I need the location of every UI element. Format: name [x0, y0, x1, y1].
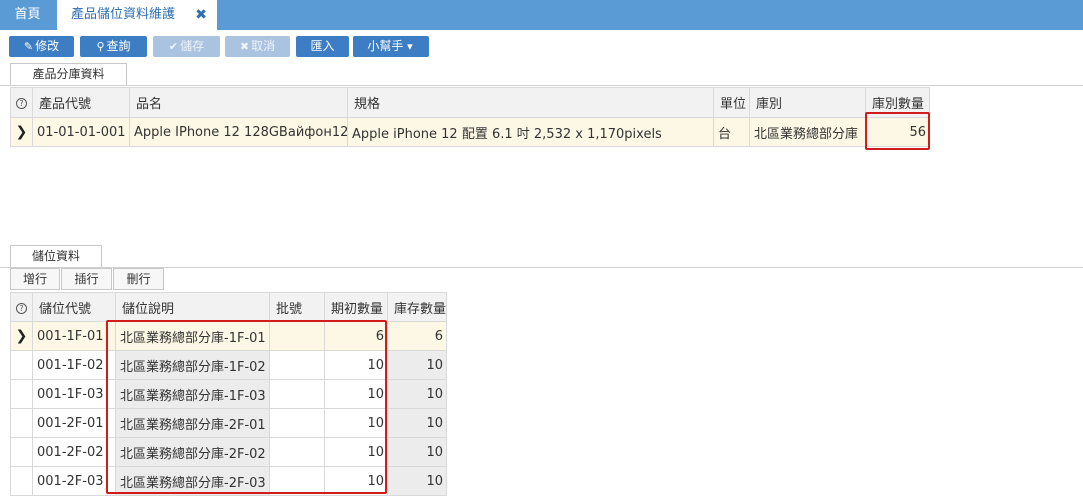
- row-indicator: [10, 437, 33, 467]
- edit-button-label: 修改: [35, 39, 60, 53]
- helper-button-label: 小幫手: [367, 39, 404, 53]
- row-indicator: ❯: [10, 117, 33, 147]
- column-header[interactable]: 儲位代號: [32, 292, 116, 322]
- column-header[interactable]: 庫別數量: [865, 87, 930, 118]
- column-header[interactable]: 批號: [269, 292, 325, 322]
- column-header[interactable]: 期初數量: [324, 292, 388, 322]
- table-row[interactable]: 001-1F-03 北區業務總部分庫-1F-03 10 10: [10, 379, 447, 409]
- chevron-right-icon: ❯: [15, 328, 28, 344]
- initial-qty-cell[interactable]: 10: [324, 466, 388, 496]
- pencil-icon: ✎: [23, 40, 34, 53]
- import-button[interactable]: 匯入: [296, 36, 349, 57]
- batch-cell[interactable]: [269, 466, 325, 496]
- row-indicator: ❯: [10, 321, 33, 351]
- initial-qty-cell[interactable]: 10: [324, 350, 388, 380]
- location-section-tab[interactable]: 儲位資料: [10, 245, 102, 267]
- x-icon: ✖: [239, 40, 250, 53]
- table-row[interactable]: ❯ 01-01-01-001 Apple IPhone 12 128GBайфо…: [10, 117, 930, 147]
- stock-qty-cell: 10: [387, 379, 447, 409]
- stock-qty-cell: 10: [387, 408, 447, 438]
- caret-down-icon: ▾: [407, 40, 413, 53]
- stock-qty-cell: 6: [387, 321, 447, 351]
- save-button[interactable]: ✔ 儲存: [153, 36, 220, 57]
- save-button-label: 儲存: [180, 39, 205, 53]
- row-indicator: [10, 379, 33, 409]
- location-code-cell[interactable]: 001-1F-03: [32, 379, 116, 409]
- helper-dropdown-button[interactable]: 小幫手 ▾: [353, 36, 429, 57]
- tab-home[interactable]: 首頁: [0, 0, 55, 30]
- initial-qty-cell[interactable]: 10: [324, 379, 388, 409]
- product-code-cell[interactable]: 01-01-01-001: [32, 117, 130, 147]
- location-code-cell[interactable]: 001-2F-01: [32, 408, 116, 438]
- product-spec-cell[interactable]: Apple iPhone 12 配置 6.1 吋 2,532 x 1,170pi…: [347, 117, 714, 147]
- location-code-cell[interactable]: 001-1F-02: [32, 350, 116, 380]
- help-column-header[interactable]: ?: [10, 87, 33, 118]
- search-icon: ⚲: [96, 40, 105, 53]
- initial-qty-cell[interactable]: 10: [324, 437, 388, 467]
- location-grid: ? 儲位代號 儲位說明 批號 期初數量 庫存數量 ❯ 001-1F-01 北區業…: [10, 292, 447, 496]
- stock-qty-cell: 10: [387, 437, 447, 467]
- tab-product-location-label: 產品儲位資料維護: [71, 7, 176, 22]
- table-row[interactable]: 001-1F-02 北區業務總部分庫-1F-02 10 10: [10, 350, 447, 380]
- question-icon: ?: [16, 302, 27, 314]
- edit-button[interactable]: ✎ 修改: [9, 36, 74, 57]
- location-desc-cell[interactable]: 北區業務總部分庫-2F-03: [115, 466, 270, 496]
- location-desc-cell[interactable]: 北區業務總部分庫-2F-02: [115, 437, 270, 467]
- product-name-cell[interactable]: Apple IPhone 12 128GBайфон12: [129, 117, 348, 147]
- initial-qty-cell[interactable]: 6: [324, 321, 388, 351]
- warehouse-qty-cell[interactable]: 56: [865, 117, 930, 147]
- batch-cell[interactable]: [269, 408, 325, 438]
- close-icon[interactable]: ✖: [195, 0, 207, 30]
- stock-qty-cell: 10: [387, 350, 447, 380]
- batch-cell[interactable]: [269, 379, 325, 409]
- batch-cell[interactable]: [269, 321, 325, 351]
- stock-qty-cell: 10: [387, 466, 447, 496]
- column-header[interactable]: 規格: [347, 87, 714, 118]
- product-grid: ? 產品代號 品名 規格 單位 庫別 庫別數量 ❯ 01-01-01-001 A…: [10, 87, 930, 147]
- divider: [0, 85, 1083, 86]
- table-row[interactable]: 001-2F-01 北區業務總部分庫-2F-01 10 10: [10, 408, 447, 438]
- initial-qty-cell[interactable]: 10: [324, 408, 388, 438]
- location-desc-cell[interactable]: 北區業務總部分庫-1F-03: [115, 379, 270, 409]
- add-row-button[interactable]: 增行: [10, 268, 60, 290]
- batch-cell[interactable]: [269, 437, 325, 467]
- top-tab-bar: 首頁 產品儲位資料維護 ✖: [0, 0, 1083, 30]
- location-code-cell[interactable]: 001-2F-03: [32, 466, 116, 496]
- query-button[interactable]: ⚲ 查詢: [80, 36, 147, 57]
- location-desc-cell[interactable]: 北區業務總部分庫-1F-02: [115, 350, 270, 380]
- column-header[interactable]: 產品代號: [32, 87, 130, 118]
- table-row[interactable]: 001-2F-02 北區業務總部分庫-2F-02 10 10: [10, 437, 447, 467]
- column-header[interactable]: 庫別: [749, 87, 866, 118]
- location-code-cell[interactable]: 001-2F-02: [32, 437, 116, 467]
- location-desc-cell[interactable]: 北區業務總部分庫-1F-01: [115, 321, 270, 351]
- chevron-right-icon: ❯: [15, 124, 28, 140]
- row-indicator: [10, 408, 33, 438]
- check-icon: ✔: [168, 40, 179, 53]
- insert-row-button[interactable]: 插行: [61, 268, 112, 290]
- batch-cell[interactable]: [269, 350, 325, 380]
- cancel-button[interactable]: ✖ 取消: [225, 36, 290, 57]
- row-indicator: [10, 350, 33, 380]
- column-header[interactable]: 儲位說明: [115, 292, 270, 322]
- row-indicator: [10, 466, 33, 496]
- warehouse-cell[interactable]: 北區業務總部分庫: [749, 117, 866, 147]
- tab-product-location[interactable]: 產品儲位資料維護 ✖: [57, 0, 217, 30]
- delete-row-button[interactable]: 刪行: [113, 268, 164, 290]
- column-header[interactable]: 庫存數量: [387, 292, 447, 322]
- product-section-tab[interactable]: 產品分庫資料: [10, 63, 127, 85]
- table-row[interactable]: ❯ 001-1F-01 北區業務總部分庫-1F-01 6 6: [10, 321, 447, 351]
- question-icon: ?: [16, 98, 27, 109]
- column-header[interactable]: 品名: [129, 87, 348, 118]
- column-header[interactable]: 單位: [713, 87, 750, 118]
- cancel-button-label: 取消: [251, 39, 276, 53]
- table-row[interactable]: 001-2F-03 北區業務總部分庫-2F-03 10 10: [10, 466, 447, 496]
- unit-cell[interactable]: 台: [713, 117, 750, 147]
- query-button-label: 查詢: [106, 39, 131, 53]
- help-column-header[interactable]: ?: [10, 292, 33, 322]
- location-code-cell[interactable]: 001-1F-01: [32, 321, 116, 351]
- location-desc-cell[interactable]: 北區業務總部分庫-2F-01: [115, 408, 270, 438]
